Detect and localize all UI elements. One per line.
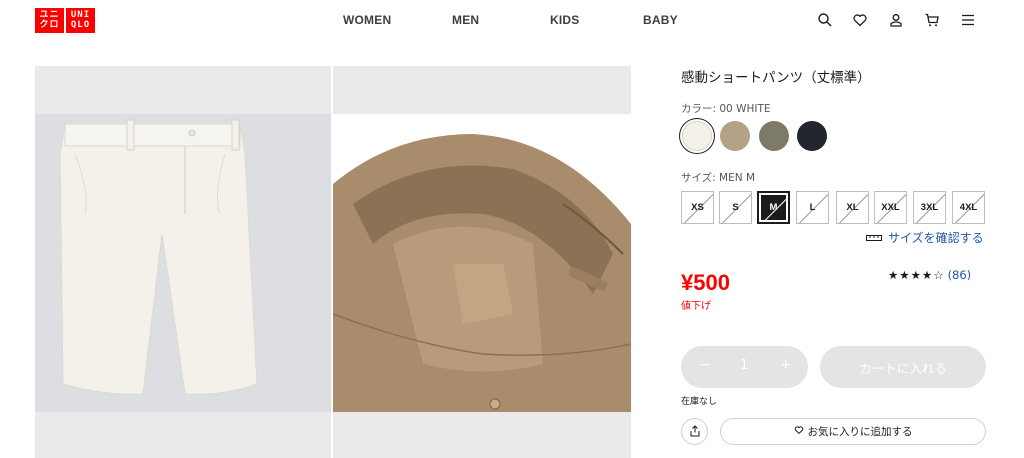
nav-women[interactable]: WOMEN: [343, 13, 391, 27]
size-3xl-button[interactable]: 3XL: [913, 191, 946, 224]
logo-katakana: ユニ クロ: [35, 8, 64, 33]
size-l-button[interactable]: L: [796, 191, 829, 224]
add-to-cart-button[interactable]: カートに入れる: [820, 346, 986, 388]
size-s-button[interactable]: S: [719, 191, 752, 224]
swatch-navy[interactable]: [797, 121, 827, 151]
size-3xl-label: 3XL: [920, 202, 939, 213]
size-l-label: L: [809, 202, 816, 213]
size-xxl-button[interactable]: XXL: [874, 191, 907, 224]
size-m-label: M: [769, 202, 778, 213]
size-check-link[interactable]: サイズを確認する: [866, 229, 984, 246]
quantity-increase-button[interactable]: +: [780, 357, 792, 373]
waistband-detail-photo: [333, 114, 631, 412]
price-reduced-badge: 値下げ: [681, 301, 711, 312]
size-m-button[interactable]: M: [757, 191, 790, 224]
swatch-beige[interactable]: [720, 121, 750, 151]
size-s-label: S: [732, 202, 739, 213]
favorites-label: お気に入りに追加する: [807, 426, 913, 438]
uniqlo-logo[interactable]: ユニ クロ UNI QLO: [35, 8, 95, 33]
stock-status: 在庫なし: [681, 397, 718, 407]
rating[interactable]: ★★★★☆ (86): [888, 268, 971, 282]
menu-icon[interactable]: [958, 10, 978, 30]
quantity-decrease-button[interactable]: −: [699, 357, 711, 373]
add-to-favorites-button[interactable]: お気に入りに追加する: [720, 418, 986, 445]
nav-baby[interactable]: BABY: [643, 13, 678, 27]
ruler-icon: [866, 231, 882, 245]
swatch-olive[interactable]: [759, 121, 789, 151]
size-4xl-label: 4XL: [959, 202, 978, 213]
site-header: ユニ クロ UNI QLO WOMEN MEN KIDS BABY: [0, 0, 1024, 42]
quantity-value: 1: [740, 358, 749, 373]
front-view-photo: [35, 114, 331, 412]
nav-men[interactable]: MEN: [452, 13, 479, 27]
heart-outline-icon: [794, 425, 804, 438]
nav-kids[interactable]: KIDS: [550, 13, 579, 27]
color-label: カラー: 00 WHITE: [681, 103, 771, 115]
heart-icon[interactable]: [850, 10, 870, 30]
share-button[interactable]: [681, 418, 708, 445]
cart-icon[interactable]: [922, 10, 942, 30]
size-xl-button[interactable]: XL: [836, 191, 869, 224]
size-4xl-button[interactable]: 4XL: [952, 191, 985, 224]
product-image-detail[interactable]: [333, 66, 631, 458]
logo-latin: UNI QLO: [66, 8, 95, 33]
quantity-stepper: − 1 +: [681, 346, 808, 388]
size-xs-label: XS: [691, 202, 704, 213]
size-xxl-label: XXL: [881, 202, 900, 213]
price: ¥500: [681, 270, 730, 295]
account-icon[interactable]: [886, 10, 906, 30]
swatch-white[interactable]: [682, 121, 712, 151]
search-icon[interactable]: [815, 10, 835, 30]
rating-stars: ★★★★☆: [888, 268, 945, 282]
size-check-label: サイズを確認する: [888, 231, 984, 245]
rating-count: (86): [947, 268, 972, 282]
product-image-front[interactable]: [35, 66, 331, 458]
size-xl-label: XL: [846, 202, 859, 213]
size-xs-button[interactable]: XS: [681, 191, 714, 224]
share-icon: [689, 422, 701, 441]
product-title: 感動ショートパンツ（丈標準）: [681, 70, 871, 86]
size-label: サイズ: MEN M: [681, 172, 756, 184]
